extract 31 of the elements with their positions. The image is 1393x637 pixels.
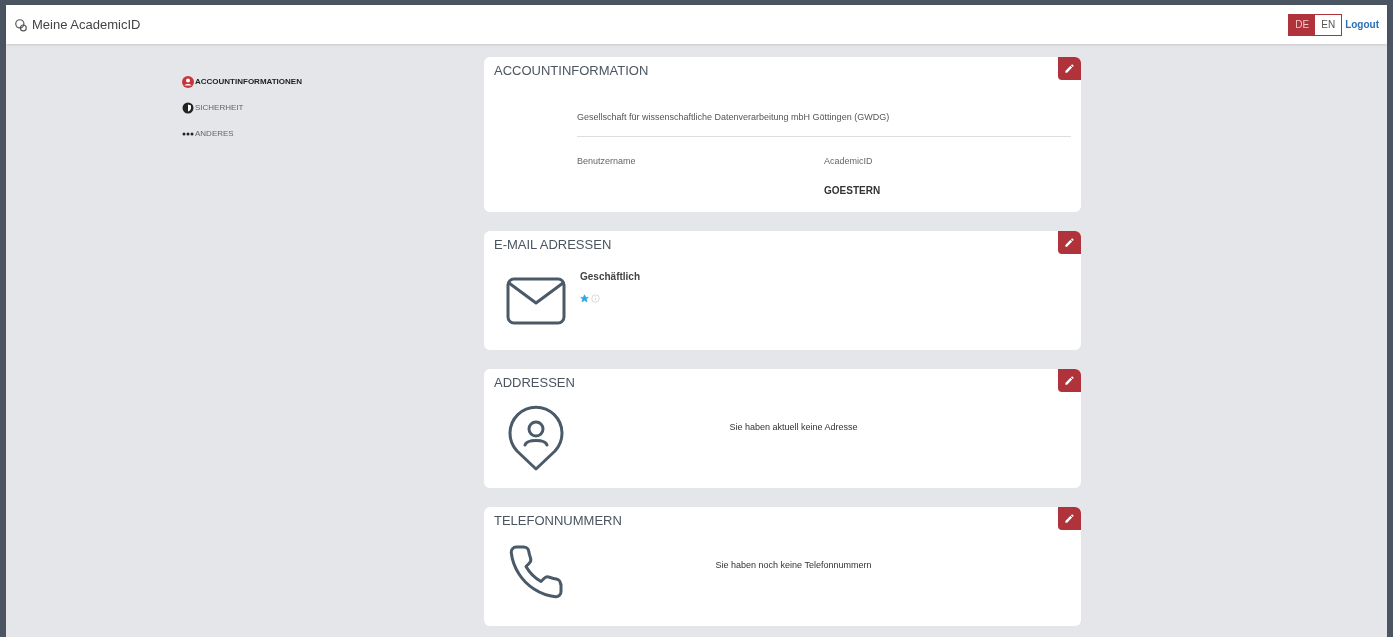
card-title: TELEFONNUMMERN	[493, 512, 623, 530]
empty-message: Sie haben noch keine Telefonnummern	[715, 558, 872, 572]
envelope-icon	[506, 276, 566, 325]
organization-name: Gesellschaft für wissenschaftliche Datenverarbeitung mbH Göttingen (GWDG)	[577, 110, 1071, 137]
card-title: ADDRESSEN	[493, 374, 576, 392]
field-value: GOESTERN	[824, 183, 881, 198]
app-title: Meine AcademicID	[32, 15, 141, 34]
edit-button[interactable]	[1058, 231, 1081, 254]
nav-item[interactable]: SICHERHEIT	[182, 102, 322, 114]
card-title: E-MAIL ADRESSEN	[493, 236, 613, 254]
field-label: Benutzername	[577, 155, 636, 168]
pencil-icon	[1064, 63, 1075, 74]
pencil-icon	[1064, 375, 1075, 386]
card-title: ACCOUNTINFORMATION	[493, 62, 650, 80]
edit-button[interactable]	[1058, 369, 1081, 392]
logout-link[interactable]: Logout	[1345, 17, 1379, 32]
pencil-icon	[1064, 237, 1075, 248]
edit-button[interactable]	[1058, 57, 1081, 80]
shield-icon	[182, 102, 194, 114]
nav-item[interactable]: ANDERES	[182, 128, 322, 140]
edit-button[interactable]	[1058, 507, 1081, 530]
email-label: Geschäftlich	[580, 269, 641, 284]
field-label: AcademicID	[824, 155, 873, 168]
empty-message: Sie haben aktuell keine Adresse	[729, 420, 858, 434]
language-button[interactable]: DE	[1289, 14, 1316, 35]
dots-icon	[182, 132, 194, 136]
pencil-icon	[1064, 513, 1075, 524]
nav-item[interactable]: ACCOUNTINFORMATIONEN	[182, 76, 322, 88]
logo-icon	[14, 17, 28, 32]
info-icon	[591, 293, 600, 303]
user-circle-icon	[182, 76, 194, 88]
